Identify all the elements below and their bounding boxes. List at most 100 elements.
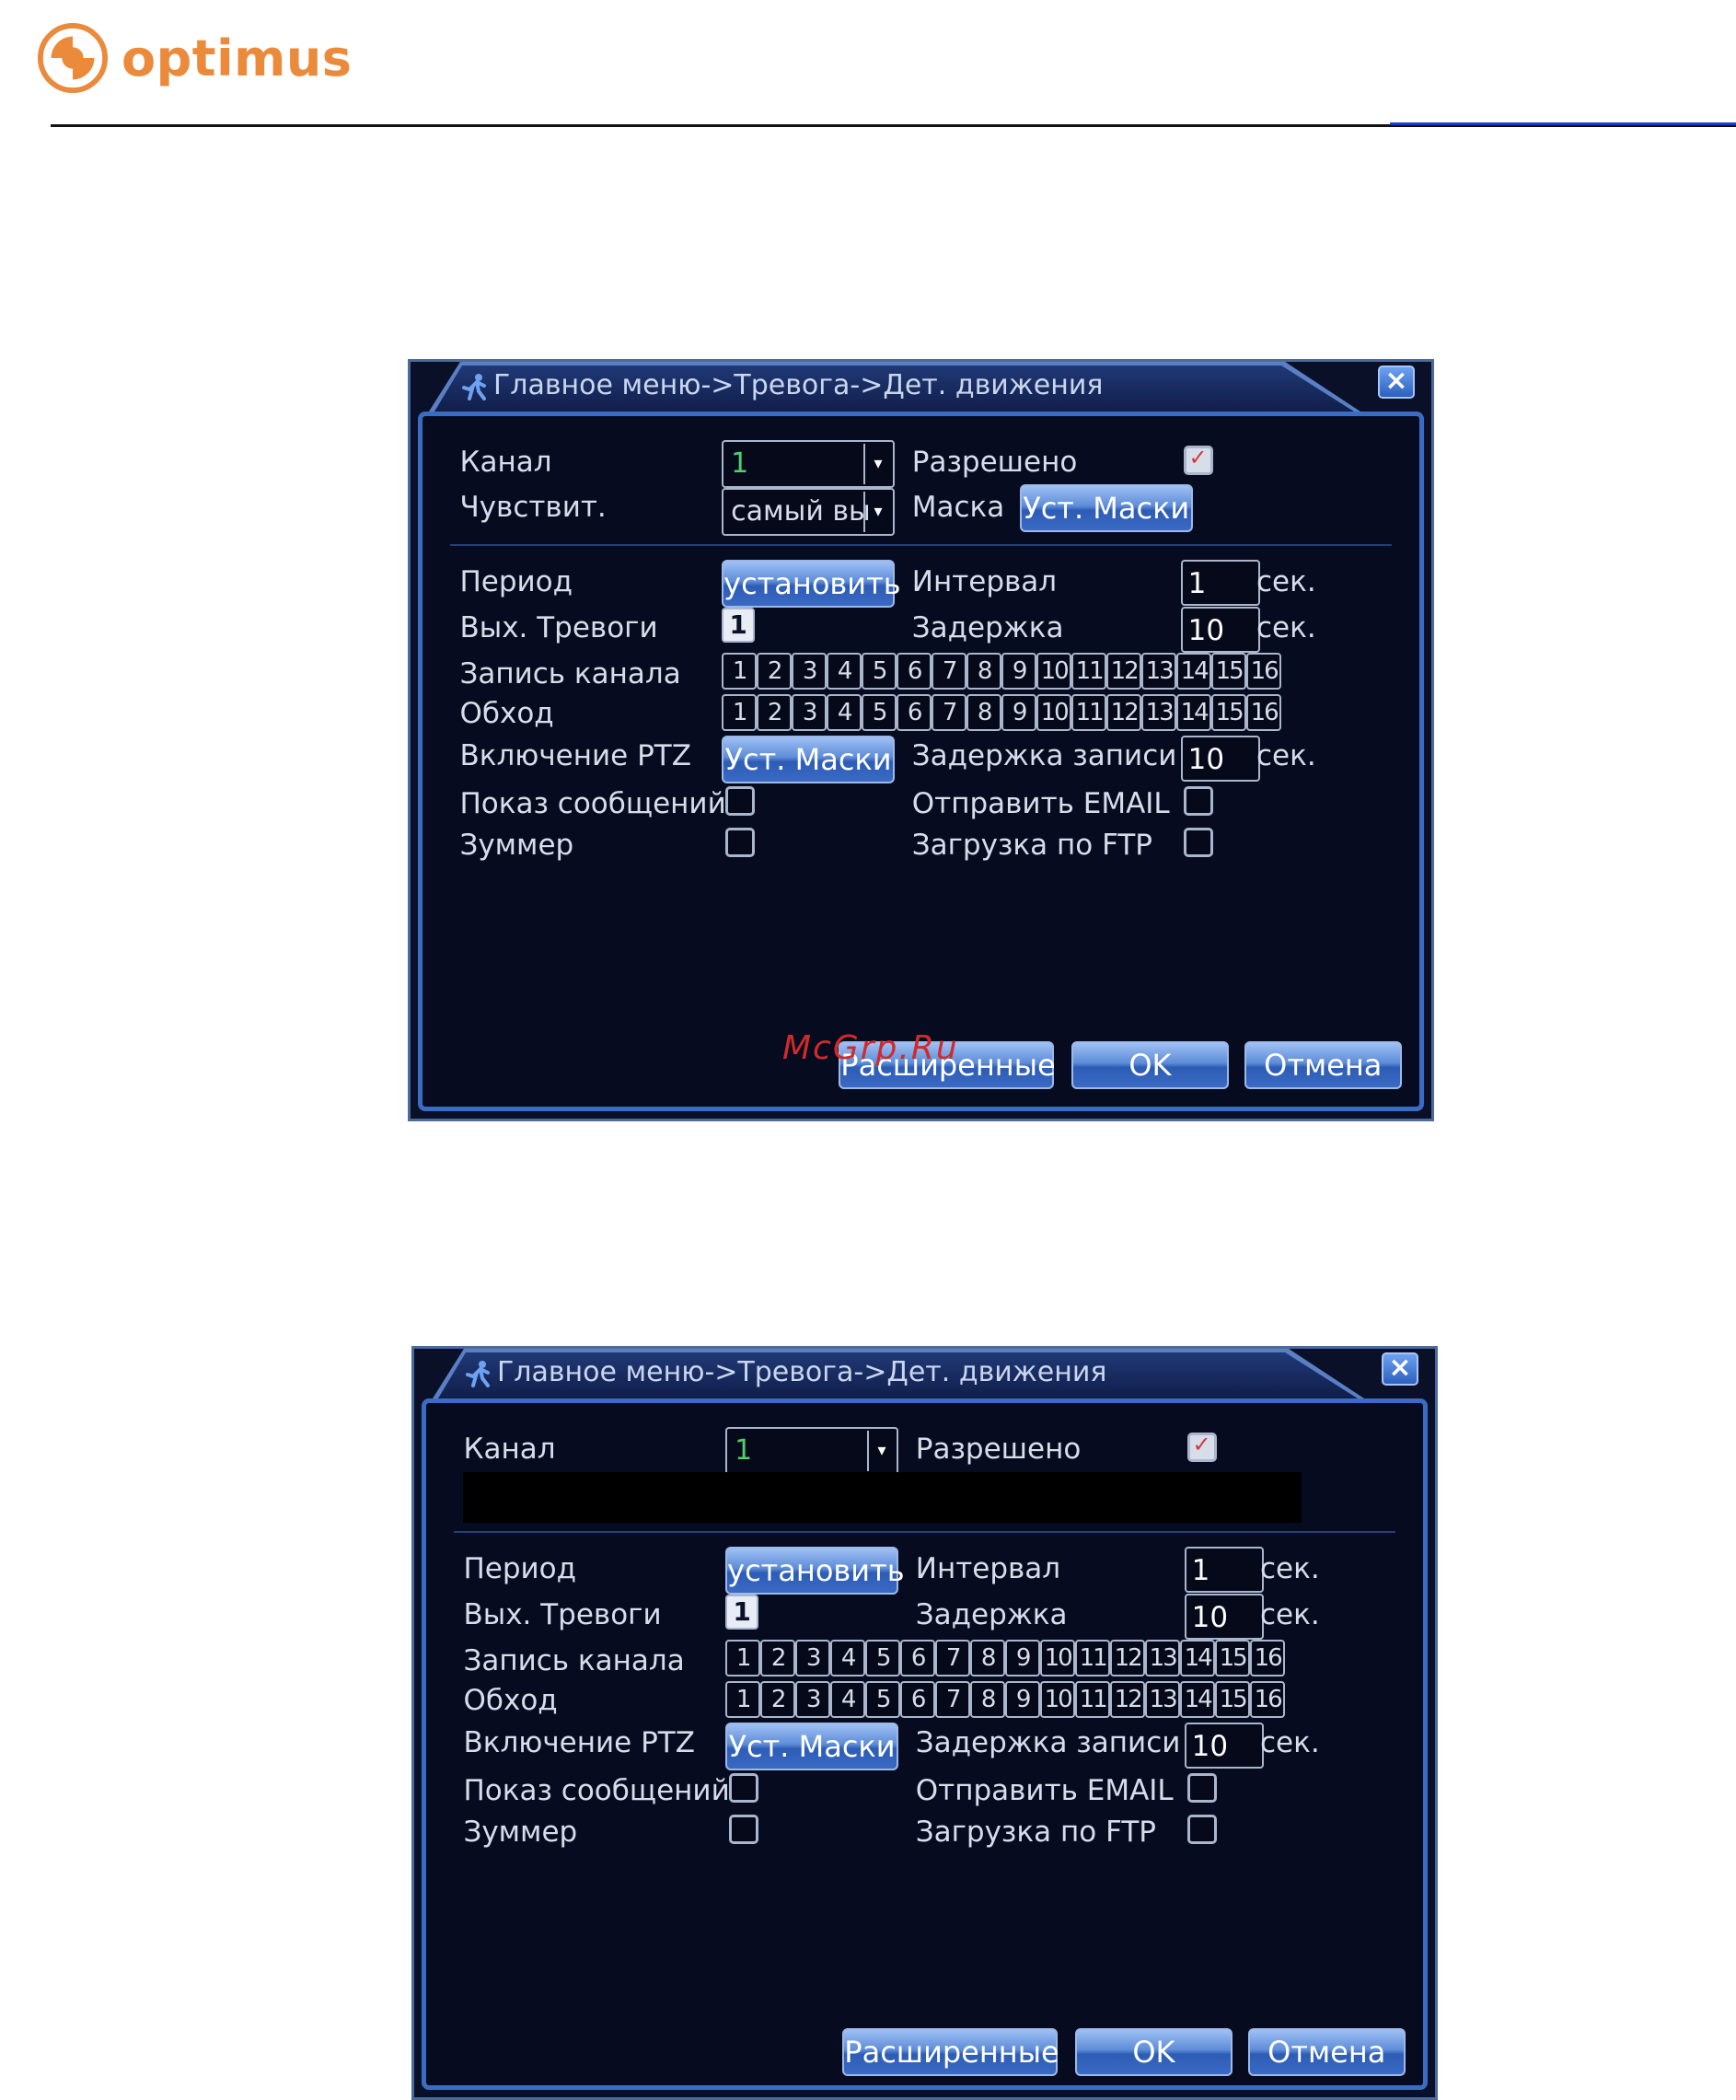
record-channel-1[interactable]: 1 — [725, 1640, 761, 1677]
tour-channel-5[interactable]: 5 — [865, 1681, 901, 1718]
record-channel-5[interactable]: 5 — [865, 1640, 901, 1677]
record-channel-15[interactable]: 15 — [1211, 653, 1247, 690]
buzzer-checkbox[interactable] — [729, 1814, 759, 1844]
record-channel-1[interactable]: 1 — [722, 653, 758, 690]
tour-channel-10[interactable]: 10 — [1036, 694, 1072, 731]
tour-channel-4[interactable]: 4 — [827, 694, 862, 731]
tour-channel-12[interactable]: 12 — [1106, 694, 1142, 731]
tour-channel-9[interactable]: 9 — [1005, 1681, 1041, 1718]
record-channel-16[interactable]: 16 — [1250, 1640, 1286, 1677]
record-delay-input[interactable]: 10 — [1180, 735, 1260, 782]
enabled-checkbox[interactable]: ✓ — [1186, 1432, 1217, 1462]
record-channel-6[interactable]: 6 — [897, 653, 932, 690]
record-channel-2[interactable]: 2 — [757, 653, 793, 690]
tour-channel-9[interactable]: 9 — [1001, 694, 1037, 731]
cancel-button[interactable]: Отмена — [1248, 2028, 1406, 2077]
record-channel-7[interactable]: 7 — [935, 1640, 971, 1677]
record-channel-11[interactable]: 11 — [1071, 653, 1107, 690]
tour-channel-11[interactable]: 11 — [1075, 1681, 1111, 1718]
record-channel-5[interactable]: 5 — [862, 653, 897, 690]
tour-channel-2[interactable]: 2 — [757, 694, 793, 731]
alarm-out-1[interactable]: 1 — [722, 608, 756, 644]
ptz-set-button[interactable]: Уст. Маски — [725, 1722, 898, 1770]
tour-channel-5[interactable]: 5 — [862, 694, 897, 731]
tour-channel-3[interactable]: 3 — [795, 1681, 831, 1718]
close-button[interactable]: × — [1382, 1352, 1418, 1386]
interval-unit: сек. — [1256, 564, 1316, 598]
record-channel-12[interactable]: 12 — [1110, 1640, 1146, 1677]
sensitivity-select[interactable]: самый вы ▾ — [722, 488, 895, 537]
period-set-button[interactable]: установить — [722, 560, 901, 609]
record-channel-11[interactable]: 11 — [1075, 1640, 1111, 1677]
set-mask-button[interactable]: Уст. Маски — [1019, 483, 1193, 532]
record-channel-9[interactable]: 9 — [1005, 1640, 1041, 1677]
tour-channel-16[interactable]: 16 — [1246, 694, 1282, 731]
record-channel-4[interactable]: 4 — [830, 1640, 866, 1677]
cancel-button[interactable]: Отмена — [1244, 1041, 1402, 1090]
ftp-checkbox[interactable] — [1183, 827, 1213, 857]
enabled-checkbox[interactable]: ✓ — [1183, 445, 1213, 475]
record-channel-10[interactable]: 10 — [1040, 1640, 1076, 1677]
record-channel-12[interactable]: 12 — [1106, 653, 1142, 690]
record-channel-15[interactable]: 15 — [1215, 1640, 1251, 1677]
record-channel-2[interactable]: 2 — [760, 1640, 796, 1677]
record-channel-14[interactable]: 14 — [1180, 1640, 1216, 1677]
tour-channel-8[interactable]: 8 — [970, 1681, 1006, 1718]
tour-label: Обход — [463, 1683, 558, 1717]
record-channel-13[interactable]: 13 — [1141, 653, 1177, 690]
close-button[interactable]: × — [1378, 365, 1415, 399]
record-channel-3[interactable]: 3 — [795, 1640, 831, 1677]
tour-channel-12[interactable]: 12 — [1110, 1681, 1146, 1718]
tour-channel-7[interactable]: 7 — [935, 1681, 971, 1718]
show-msg-checkbox[interactable] — [729, 1772, 759, 1803]
show-msg-checkbox[interactable] — [725, 785, 756, 816]
delay-input[interactable]: 10 — [1180, 606, 1260, 653]
tour-channel-13[interactable]: 13 — [1141, 694, 1177, 731]
tour-channel-10[interactable]: 10 — [1040, 1681, 1076, 1718]
tour-channel-14[interactable]: 14 — [1176, 694, 1212, 731]
period-set-button[interactable]: установить — [725, 1547, 905, 1595]
channel-select[interactable]: 1 ▾ — [722, 440, 895, 488]
record-channel-4[interactable]: 4 — [827, 653, 862, 690]
alarm-out-1[interactable]: 1 — [725, 1595, 759, 1630]
advanced-button[interactable]: Расширенные — [842, 2028, 1059, 2077]
tour-channel-1[interactable]: 1 — [722, 694, 758, 731]
tour-channel-7[interactable]: 7 — [932, 694, 967, 731]
interval-input[interactable]: 1 — [1184, 1547, 1264, 1594]
tour-channel-15[interactable]: 15 — [1211, 694, 1247, 731]
record-channel-8[interactable]: 8 — [966, 653, 1002, 690]
tour-channel-8[interactable]: 8 — [966, 694, 1002, 731]
ok-button[interactable]: OK — [1071, 1041, 1229, 1090]
send-email-checkbox[interactable] — [1186, 1772, 1217, 1803]
tour-channel-3[interactable]: 3 — [792, 694, 827, 731]
tour-channel-6[interactable]: 6 — [900, 1681, 936, 1718]
tour-channel-14[interactable]: 14 — [1180, 1681, 1216, 1718]
tour-channel-16[interactable]: 16 — [1250, 1681, 1286, 1718]
delay-input[interactable]: 10 — [1184, 1593, 1264, 1640]
tour-channel-2[interactable]: 2 — [760, 1681, 796, 1718]
record-channel-9[interactable]: 9 — [1001, 653, 1037, 690]
send-email-checkbox[interactable] — [1183, 785, 1213, 816]
tour-channel-1[interactable]: 1 — [725, 1681, 761, 1718]
channel-select[interactable]: 1 ▾ — [725, 1427, 898, 1475]
record-channel-14[interactable]: 14 — [1176, 653, 1212, 690]
tour-channel-4[interactable]: 4 — [830, 1681, 866, 1718]
tour-channel-11[interactable]: 11 — [1071, 694, 1107, 731]
record-channel-6[interactable]: 6 — [900, 1640, 936, 1677]
ok-button[interactable]: OK — [1075, 2028, 1233, 2077]
tour-channel-13[interactable]: 13 — [1145, 1681, 1181, 1718]
buzzer-checkbox[interactable] — [725, 827, 756, 857]
interval-input[interactable]: 1 — [1180, 560, 1260, 607]
record-delay-input[interactable]: 10 — [1184, 1722, 1264, 1769]
record-channel-8[interactable]: 8 — [970, 1640, 1006, 1677]
delay-label: Задержка — [911, 611, 1064, 645]
tour-channel-15[interactable]: 15 — [1215, 1681, 1251, 1718]
record-channel-7[interactable]: 7 — [932, 653, 967, 690]
tour-channel-6[interactable]: 6 — [897, 694, 932, 731]
ftp-checkbox[interactable] — [1186, 1814, 1217, 1844]
record-channel-10[interactable]: 10 — [1036, 653, 1072, 690]
record-channel-16[interactable]: 16 — [1246, 653, 1282, 690]
record-channel-13[interactable]: 13 — [1145, 1640, 1181, 1677]
record-channel-3[interactable]: 3 — [792, 653, 827, 690]
ptz-set-button[interactable]: Уст. Маски — [722, 735, 895, 783]
